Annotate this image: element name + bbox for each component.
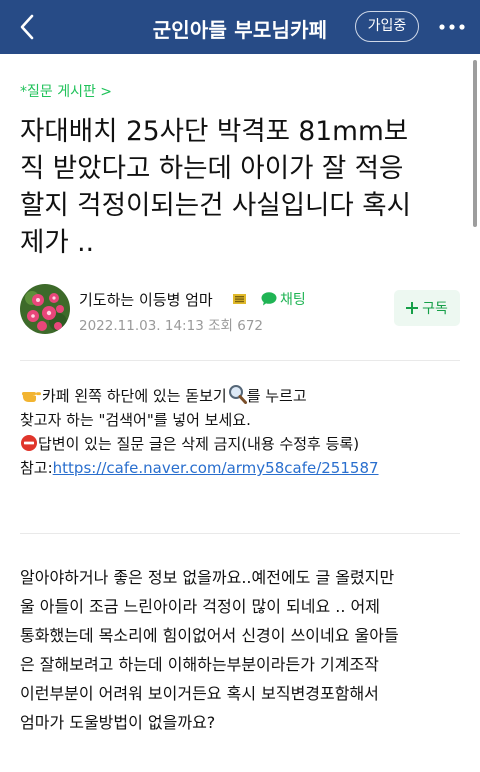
notice-line2: 찾고자 하는 "검색어"를 넣어 보세요. [20, 411, 251, 429]
notice-line3: 답변이 있는 질문 글은 삭제 금지(내용 수정후 등록) [38, 435, 360, 453]
post-title-line: 제가 .. [20, 227, 95, 258]
plus-icon [406, 302, 419, 314]
join-status-button[interactable]: 가입중 [355, 11, 419, 42]
more-dots-icon[interactable] [436, 16, 468, 38]
notice-ref-label: 참고: [20, 459, 53, 477]
post-title: 자대배치 25사단 박격포 81mm보 직 받았다고 하는데 아이가 잘 적응 … [20, 113, 450, 261]
post-date: 2022.11.03. 14:13 [79, 318, 204, 334]
no-entry-icon [21, 435, 37, 451]
post-body-line: 통화했는데 목소리에 힘이없어서 신경이 쓰이네요 울아들 [20, 626, 399, 645]
chat-label: 채팅 [280, 292, 306, 308]
post-body: 알아야하거나 좋은 정보 없을까요..예전에도 글 올렸지만 울 아들이 조금 … [20, 563, 465, 737]
subscribe-label: 구독 [422, 301, 448, 317]
post-title-line: 할지 걱정이되는건 사실입니다 혹시 [20, 190, 411, 221]
board-link[interactable]: *질문 게시판 > [20, 81, 112, 101]
top-bar: 군인아들 부모님카페 가입중 [0, 0, 480, 54]
author-name[interactable]: 기도하는 이등병 엄마 [79, 289, 213, 310]
post-title-line: 자대배치 25사단 박격포 81mm보 [20, 116, 409, 147]
chat-button[interactable]: 채팅 [261, 289, 306, 309]
notice-line: 카페 왼쪽 하단에 있는 돋보기 를 누르고 [20, 384, 460, 408]
magnifier-icon [228, 385, 247, 404]
post-body-line: 이런부분이 어려워 보이거든요 혹시 보직변경포함해서 [20, 684, 379, 703]
divider [20, 533, 460, 534]
author-avatar[interactable] [20, 284, 70, 334]
post-body-line: 알아야하거나 좋은 정보 없을까요..예전에도 글 올렸지만 [20, 568, 395, 587]
view-count: 조회 672 [208, 318, 263, 334]
post-title-line: 직 받았다고 하는데 아이가 잘 적응 [20, 153, 404, 184]
notice-line: 답변이 있는 질문 글은 삭제 금지(내용 수정후 등록) [20, 432, 460, 456]
notice-line1: 카페 왼쪽 하단에 있는 돋보기 [42, 387, 227, 405]
reference-link[interactable]: https://cafe.naver.com/army58cafe/251587 [53, 459, 379, 477]
post-body-line: 엄마가 도울방법이 없을까요? [20, 713, 216, 732]
post-body-line: 은 잘해보려고 하는데 이해하는부분이라든가 기계조작 [20, 655, 379, 674]
post-meta: 2022.11.03. 14:13 조회 672 [79, 314, 263, 334]
grade-badge-icon [233, 294, 246, 304]
notice-line: 참고:https://cafe.naver.com/army58cafe/251… [20, 456, 460, 480]
subscribe-button[interactable]: 구독 [394, 290, 460, 326]
notice-block: 카페 왼쪽 하단에 있는 돋보기 를 누르고 찾고자 하는 "검색어"를 넣어 … [20, 384, 460, 480]
divider [20, 360, 460, 361]
chat-bubble-icon [261, 292, 277, 306]
post-body-line: 울 아들이 조금 느린아이라 걱정이 많이 되네요 .. 어제 [20, 597, 380, 616]
notice-line1-tail: 를 누르고 [246, 387, 307, 405]
avatar-flower-image [20, 284, 70, 334]
pointing-hand-icon [22, 392, 41, 402]
scrollbar[interactable] [473, 60, 477, 227]
